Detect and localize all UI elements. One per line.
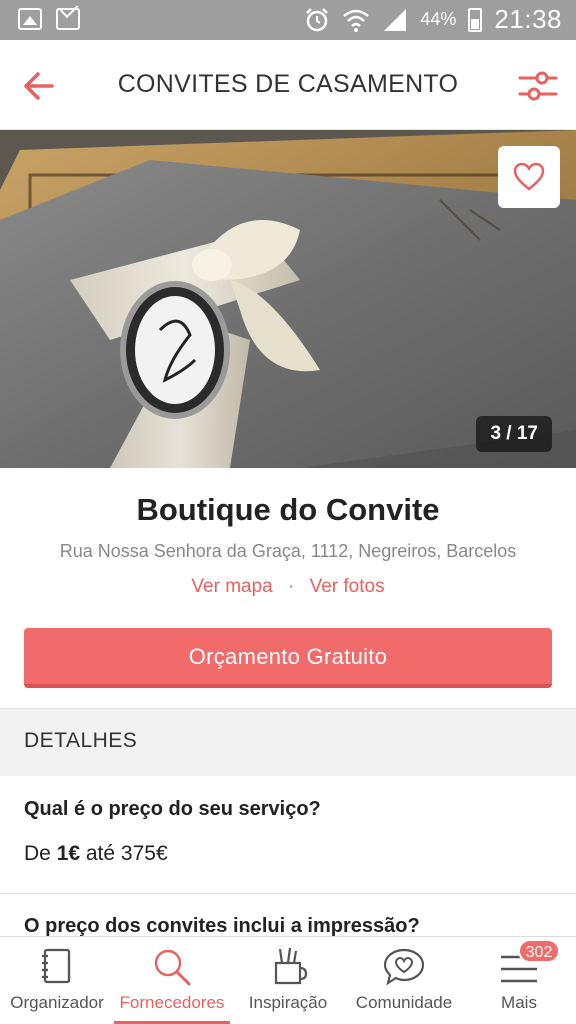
- faq-question: O preço dos convites inclui a impressão?: [24, 915, 420, 937]
- notification-badge: 302: [518, 939, 560, 963]
- view-map-link[interactable]: Ver mapa: [191, 576, 272, 597]
- nav-comunidade[interactable]: Comunidade: [346, 937, 462, 1024]
- nav-label: Fornecedores: [119, 993, 225, 1012]
- heart-chat-icon: [383, 948, 425, 986]
- faq-item-price: Qual é o preço do seu serviço? De 1€ até…: [0, 776, 576, 894]
- sliders-icon: [518, 71, 558, 101]
- gallery-icon: [18, 8, 42, 30]
- favorite-button[interactable]: [498, 146, 560, 208]
- battery-percent: 44%: [420, 9, 457, 29]
- app-header: CONVITES DE CASAMENTO: [0, 40, 576, 130]
- nav-fornecedores[interactable]: Fornecedores: [114, 937, 230, 1024]
- answer-prefix: De: [24, 842, 57, 865]
- filter-button[interactable]: [516, 64, 560, 108]
- nav-label: Comunidade: [355, 993, 453, 1012]
- view-photos-link[interactable]: Ver fotos: [310, 576, 385, 597]
- faq-question: Qual é o preço do seu serviço?: [24, 798, 321, 820]
- answer-min-price: 1€: [56, 842, 81, 865]
- arrow-left-icon: [24, 72, 54, 100]
- faq-answer: De 1€ até 375€: [24, 842, 168, 866]
- faq-item-printing: O preço dos convites inclui a impressão?: [0, 895, 576, 940]
- system-icons: 44% 21:38: [304, 4, 562, 35]
- page-title: CONVITES DE CASAMENTO: [117, 70, 459, 98]
- back-button[interactable]: [18, 64, 62, 108]
- wifi-icon: [343, 9, 370, 32]
- search-icon: [154, 949, 191, 986]
- notification-icons: [18, 8, 80, 30]
- mail-icon: [56, 8, 80, 30]
- nav-label: Inspiração: [248, 993, 328, 1012]
- photo-counter: 3 / 17: [476, 416, 552, 452]
- vendor-links: Ver mapa · Ver fotos: [0, 576, 576, 598]
- vendor-address: Rua Nossa Senhora da Graça, 1112, Negrei…: [59, 541, 517, 561]
- nav-inspiracao[interactable]: Inspiração: [230, 937, 346, 1024]
- alarm-icon: [306, 7, 329, 31]
- clock: 21:38: [494, 4, 562, 34]
- vendor-photo-gallery[interactable]: 3 / 17: [0, 130, 576, 468]
- link-separator: ·: [288, 576, 295, 597]
- nav-label: Organizador: [10, 993, 104, 1012]
- answer-suffix: até 375€: [80, 842, 168, 865]
- bottom-navigation: Organizador Fornecedores Inspiração Comu…: [0, 936, 576, 1024]
- nav-organizador[interactable]: Organizador: [0, 937, 114, 1024]
- heart-icon: [513, 162, 545, 191]
- details-section-header: DETALHES: [0, 708, 576, 776]
- battery-icon: [468, 7, 483, 32]
- notebook-icon: [42, 948, 71, 984]
- vendor-name: Boutique do Convite: [136, 492, 440, 527]
- pencil-cup-icon: [274, 947, 308, 985]
- free-quote-button[interactable]: Orçamento Gratuito: [24, 628, 552, 688]
- status-bar: 44% 21:38: [0, 0, 576, 40]
- details-title: DETALHES: [24, 729, 138, 752]
- nav-label: Mais: [501, 993, 537, 1012]
- signal-icon: [384, 8, 407, 31]
